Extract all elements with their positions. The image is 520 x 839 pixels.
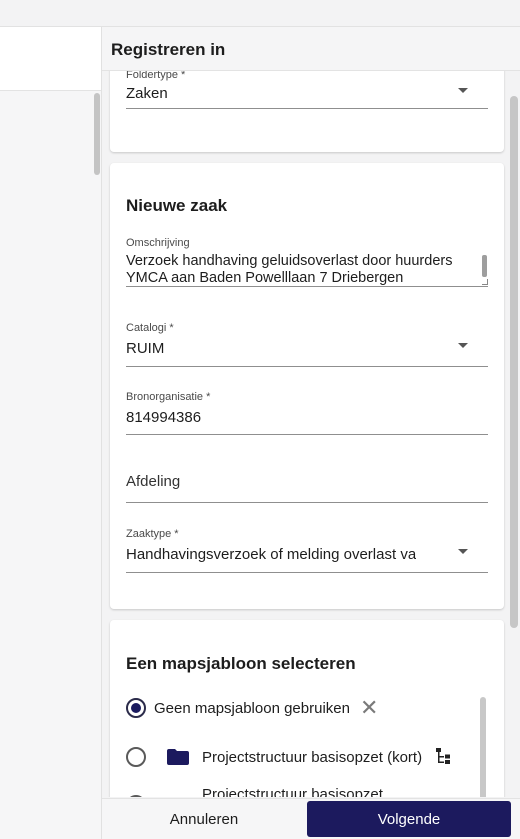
left-pane-header [0,27,101,91]
source-organisation-field[interactable]: Bronorganisatie * 814994386 [126,391,488,435]
template-option-label: Projectstructuur basisopzet (kort) [202,749,423,766]
cancel-button[interactable]: Annuleren [102,799,306,839]
case-type-select[interactable]: Zaaktype * Handhavingsverzoek of melding… [126,527,488,573]
radio-selected-icon[interactable] [126,698,146,718]
folder-type-label: Foldertype * [126,71,186,81]
radio-unselected-icon[interactable] [126,747,146,767]
folder-type-value: Zaken [126,85,168,102]
left-pane-scrollbar[interactable] [94,93,100,175]
folder-type-select[interactable]: Foldertype * Zaken [126,71,488,109]
panel-scrollbar[interactable] [510,96,518,628]
template-list-scrollbar[interactable] [480,697,486,797]
next-button[interactable]: Volgende [307,801,511,837]
template-option-label: Projectstructuur basisopzet [202,786,383,797]
catalog-value: RUIM [126,340,165,357]
source-organisation-value: 814994386 [126,409,202,426]
source-organisation-label: Bronorganisatie * [126,391,211,403]
panel-scroll-area: Foldertype * Zaken Nieuwe zaak Omschrijv… [102,71,520,797]
panel-title: Registreren in [111,40,226,59]
new-case-heading: Nieuwe zaak [126,196,228,215]
left-pane [0,27,102,839]
catalog-select[interactable]: Catalogi * RUIM [126,321,488,367]
description-textarea[interactable]: Omschrijving Verzoek handhaving geluidso… [126,237,488,287]
description-scrollbar[interactable] [482,255,487,277]
footer-actions: Annuleren Volgende [102,798,520,839]
template-select-card: Een mapsjabloon selecteren Geen mapsjabl… [110,620,504,797]
chevron-down-icon [458,549,468,554]
register-panel: Registreren in Foldertype * Zaken Nieuwe… [102,27,520,839]
resize-handle-icon[interactable] [482,279,488,285]
department-field[interactable]: Afdeling [126,461,488,503]
catalog-label: Catalogi * [126,322,174,334]
radio-unselected-icon[interactable] [126,795,146,797]
folder-type-card: Foldertype * Zaken [110,71,504,152]
case-type-label: Zaaktype * [126,528,179,540]
description-label: Omschrijving [126,237,190,249]
close-icon[interactable]: ✕ [360,697,378,719]
department-placeholder: Afdeling [126,473,181,490]
template-select-heading: Een mapsjabloon selecteren [126,654,356,673]
top-bar [0,0,520,27]
case-type-value: Handhavingsverzoek of melding overlast v… [126,546,416,563]
new-case-card: Nieuwe zaak Omschrijving Verzoek handhav… [110,163,504,609]
tree-structure-icon[interactable] [436,748,454,766]
description-line-1: Verzoek handhaving geluidsoverlast door … [126,253,453,269]
panel-header: Registreren in [102,27,520,71]
folder-icon [167,749,189,765]
chevron-down-icon [458,343,468,348]
chevron-down-icon [458,88,468,93]
template-option-label: Geen mapsjabloon gebruiken [154,700,350,717]
description-line-2: YMCA aan Baden Powelllaan 7 Driebergen [126,270,404,285]
